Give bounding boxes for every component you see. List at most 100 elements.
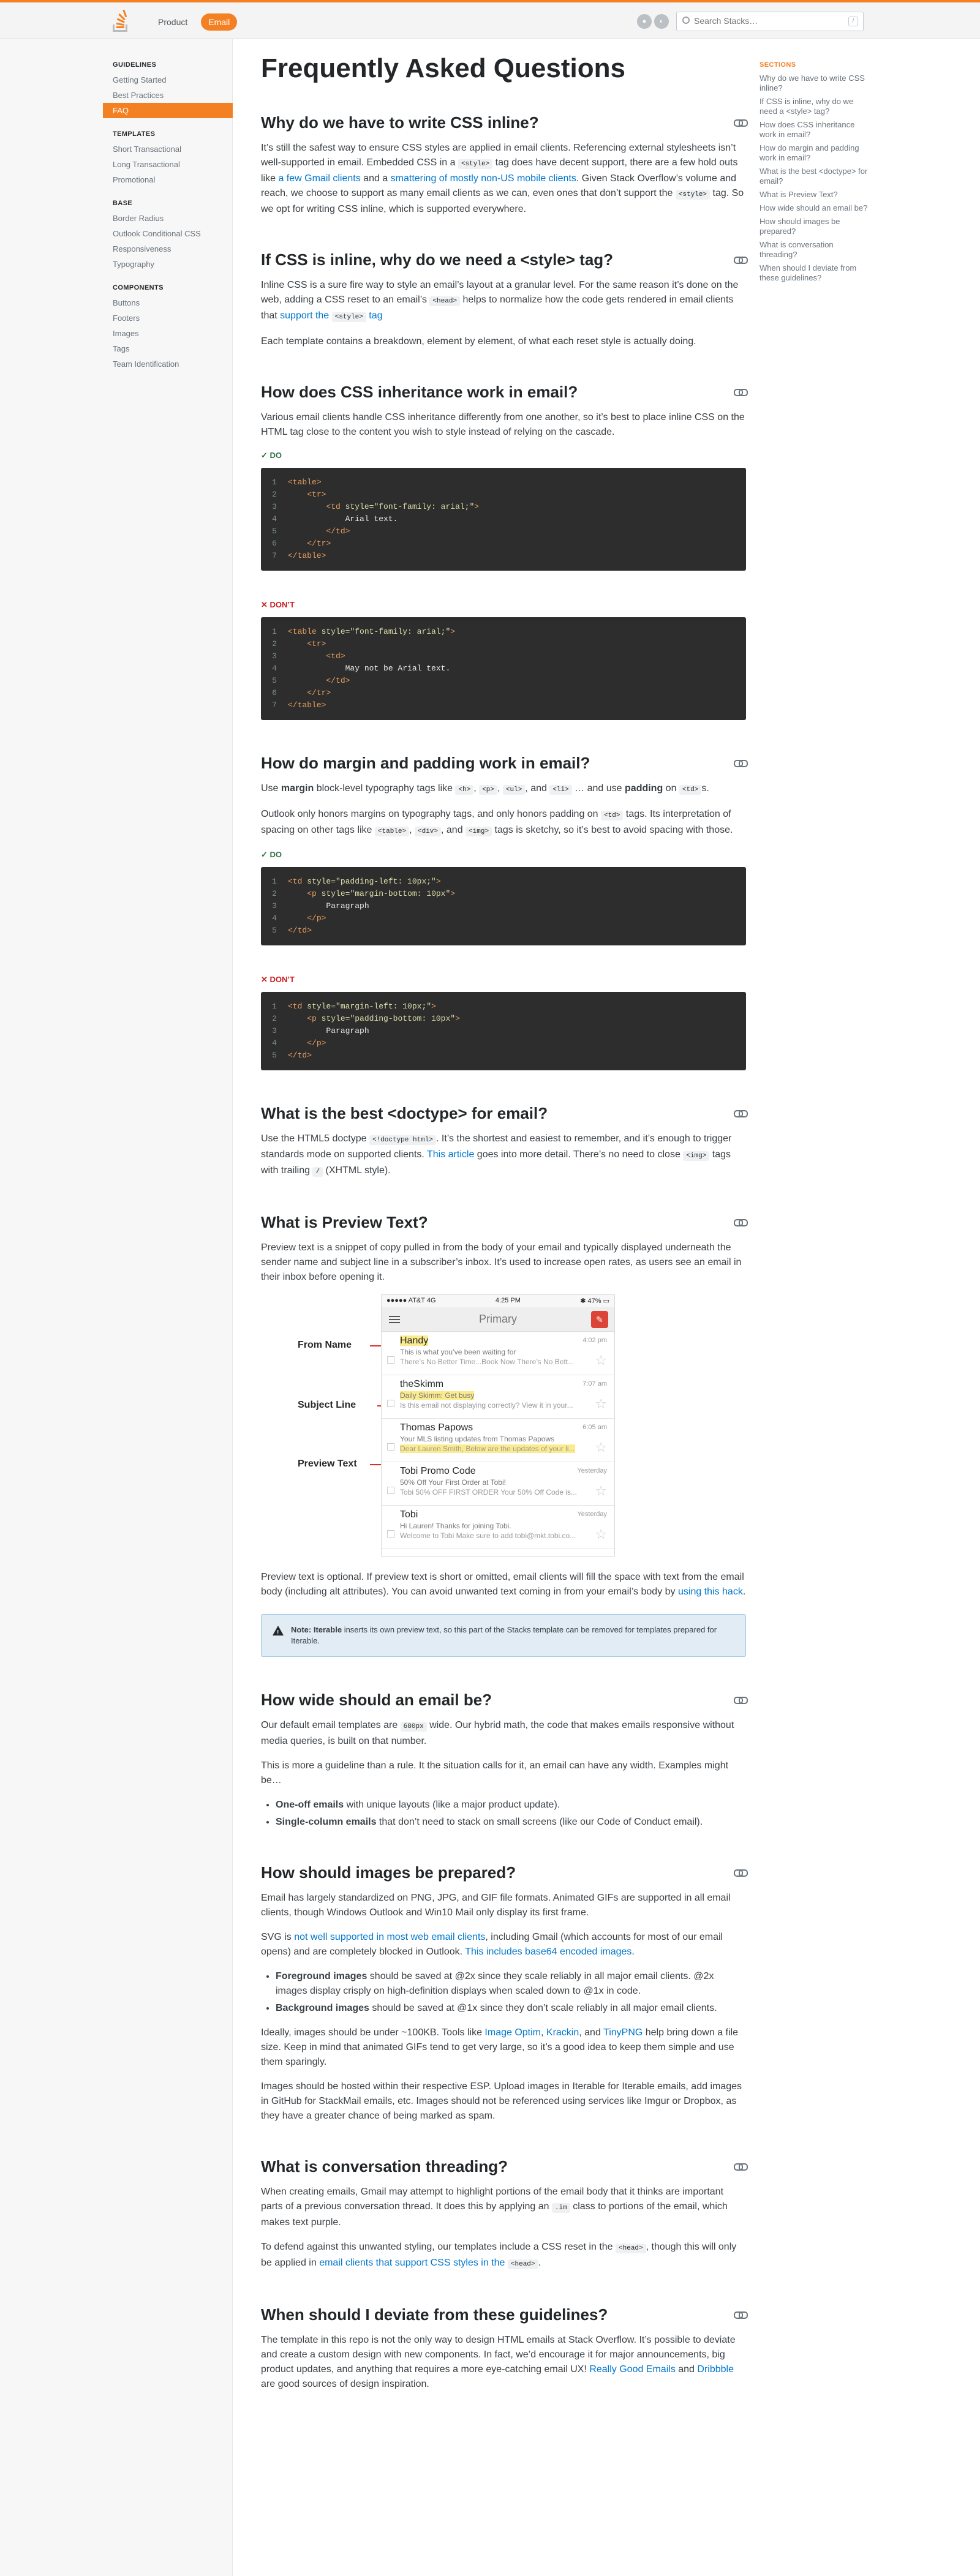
anchor-link-icon[interactable] (734, 760, 748, 767)
list-item: Foreground images should be saved at @2x… (276, 1969, 746, 1999)
github-icon[interactable]: ● (637, 14, 652, 29)
nav-heading-components: COMPONENTS (113, 284, 164, 291)
nav-item-outlook-conditional-css[interactable]: Outlook Conditional CSS (103, 226, 233, 241)
callout-preview-text: Preview Text (298, 1459, 357, 1469)
nav-item-tags[interactable]: Tags (103, 341, 233, 356)
do-label: ✓ DO (261, 451, 282, 460)
gmail-clients-link[interactable]: a few Gmail clients (278, 173, 360, 184)
section-paragraph: When creating emails, Gmail may attempt … (261, 2187, 728, 2228)
anchor-link-icon[interactable] (734, 1219, 748, 1226)
checkbox-icon (387, 1356, 394, 1364)
code-line: 7 </table> (272, 551, 326, 560)
email-row: theSkimm Daily Skimm: Get busy Is this e… (382, 1375, 614, 1419)
section-email-width: How wide should an email be? Our default… (261, 1690, 748, 1830)
nav-heading-base: BASE (113, 200, 133, 207)
section-paragraph: This is more a guideline than a rule. It… (261, 1760, 729, 1786)
main-content: Frequently Asked Questions Why do we hav… (261, 51, 748, 2425)
stack-overflow-logo-icon[interactable] (110, 10, 131, 33)
x-icon: ✕ (261, 975, 270, 984)
image-optim-link[interactable]: Image Optim (484, 2027, 541, 2038)
toc-item[interactable]: When should I deviate from these guideli… (760, 263, 870, 283)
nav-email[interactable]: Email (201, 13, 238, 31)
section-paragraph: It’s still the safest way to ensure CSS … (261, 143, 744, 214)
list-item: Single-column emails that don’t need to … (276, 1815, 746, 1830)
phone-inbox-mockup: ●●●●● AT&T 4G 4:25 PM ✱ 47% ▭ Primary ✎ Ha… (381, 1294, 615, 1556)
nav-item-border-radius[interactable]: Border Radius (103, 211, 233, 226)
code-line: 3 Paragraph (272, 1026, 369, 1035)
base64-images-link[interactable]: This includes base64 encoded images (465, 1947, 631, 1957)
anchor-link-icon[interactable] (734, 1110, 748, 1117)
nav-product[interactable]: Product (151, 13, 195, 31)
really-good-emails-link[interactable]: Really Good Emails (589, 2364, 676, 2375)
dribbble-link[interactable]: Dribbble (697, 2364, 734, 2375)
code-line: 4 </p> (272, 1038, 326, 1048)
list-item: Background images should be saved at @1x… (276, 2001, 746, 2016)
nav-item-buttons[interactable]: Buttons (103, 295, 233, 310)
section-paragraph: Email has largely standardized on PNG, J… (261, 1893, 731, 1918)
left-sidebar: GUIDELINES Getting Started Best Practice… (0, 39, 233, 2576)
section-title: How do margin and padding work in email? (261, 754, 590, 772)
toc-item[interactable]: What is Preview Text? (760, 190, 870, 200)
preview-text-illustration: From Name Subject Line Preview Text ●●●●… (261, 1294, 746, 1558)
email-row: Tobi Promo Code 50% Off Your First Order… (382, 1462, 614, 1506)
nav-item-getting-started[interactable]: Getting Started (103, 72, 233, 88)
section-paragraph: Each template contains a breakdown, elem… (261, 336, 696, 347)
nav-item-short-transactional[interactable]: Short Transactional (103, 141, 233, 157)
toc-item[interactable]: How should images be prepared? (760, 217, 870, 236)
anchor-link-icon[interactable] (734, 1697, 748, 1704)
section-style-tag: If CSS is inline, why do we need a <styl… (261, 250, 748, 349)
checkbox-icon (387, 1443, 394, 1451)
toc-item[interactable]: Why do we have to write CSS inline? (760, 73, 870, 93)
search-box[interactable]: / (676, 12, 864, 31)
toc-item[interactable]: How do margin and padding work in email? (760, 143, 870, 163)
nav-item-long-transactional[interactable]: Long Transactional (103, 157, 233, 172)
toc-item[interactable]: What is conversation threading? (760, 240, 870, 260)
section-paragraph: Ideally, images should be under ~100KB. … (261, 2027, 738, 2067)
nav-item-promotional[interactable]: Promotional (103, 172, 233, 187)
nav-item-footers[interactable]: Footers (103, 310, 233, 326)
code-line: 3 <td style="font-family: arial;"> (272, 502, 480, 511)
code-line: 2 <p style="margin-bottom: 10px"> (272, 889, 456, 898)
css-support-link[interactable]: email clients that support CSS styles in… (319, 2258, 538, 2269)
svg-support-link[interactable]: not well supported in most web email cli… (294, 1932, 485, 1942)
section-title: Why do we have to write CSS inline? (261, 113, 539, 132)
toc-item[interactable]: What is the best <doctype> for email? (760, 167, 870, 186)
nav-item-faq[interactable]: FAQ (103, 103, 233, 118)
section-paragraph: Preview text is optional. If preview tex… (261, 1572, 746, 1597)
nav-item-typography[interactable]: Typography (103, 257, 233, 272)
this-article-link[interactable]: This article (427, 1149, 474, 1160)
email-row: Handy This is what you’ve been waiting f… (382, 1332, 614, 1375)
page-title: Frequently Asked Questions (261, 53, 625, 83)
toc-item[interactable]: If CSS is inline, why do we need a <styl… (760, 97, 870, 116)
anchor-link-icon[interactable] (734, 389, 748, 396)
support-style-tag-link[interactable]: support the <style> tag (280, 310, 383, 322)
anchor-link-icon[interactable] (734, 119, 748, 127)
code-line: 2 <tr> (272, 490, 326, 499)
tinypng-link[interactable]: TinyPNG (603, 2027, 643, 2038)
toc-item[interactable]: How wide should an email be? (760, 203, 870, 213)
krackin-link[interactable]: Krackin (546, 2027, 579, 2038)
code-line: 1 <td style="margin-left: 10px;"> (272, 1002, 436, 1011)
section-preview-text: What is Preview Text? Preview text is a … (261, 1212, 748, 1657)
code-line: 1 <td style="padding-left: 10px;"> (272, 877, 441, 886)
theme-icon[interactable]: ◐ (654, 14, 669, 29)
toc-item[interactable]: How does CSS inheritance work in email? (760, 120, 870, 140)
section-css-inline: Why do we have to write CSS inline? It’s… (261, 113, 748, 217)
using-this-hack-link[interactable]: using this hack (678, 1587, 743, 1597)
section-paragraph: SVG is not well supported in most web em… (261, 1932, 723, 1957)
section-paragraph: The template in this repo is not the onl… (261, 2335, 736, 2389)
search-input[interactable] (694, 16, 841, 26)
nav-item-team-identification[interactable]: Team Identification (103, 356, 233, 372)
anchor-link-icon[interactable] (734, 2311, 748, 2319)
mobile-clients-link[interactable]: smattering of mostly non-US mobile clien… (391, 173, 576, 184)
anchor-link-icon[interactable] (734, 257, 748, 264)
nav-item-images[interactable]: Images (103, 326, 233, 341)
code-line: 3 Paragraph (272, 901, 369, 911)
anchor-link-icon[interactable] (734, 2163, 748, 2171)
callout-subject-line: Subject Line (298, 1400, 356, 1410)
star-icon: ☆ (595, 1353, 607, 1368)
nav-item-best-practices[interactable]: Best Practices (103, 88, 233, 103)
code-line: 5 </td> (272, 676, 350, 685)
anchor-link-icon[interactable] (734, 1869, 748, 1877)
nav-item-responsiveness[interactable]: Responsiveness (103, 241, 233, 257)
